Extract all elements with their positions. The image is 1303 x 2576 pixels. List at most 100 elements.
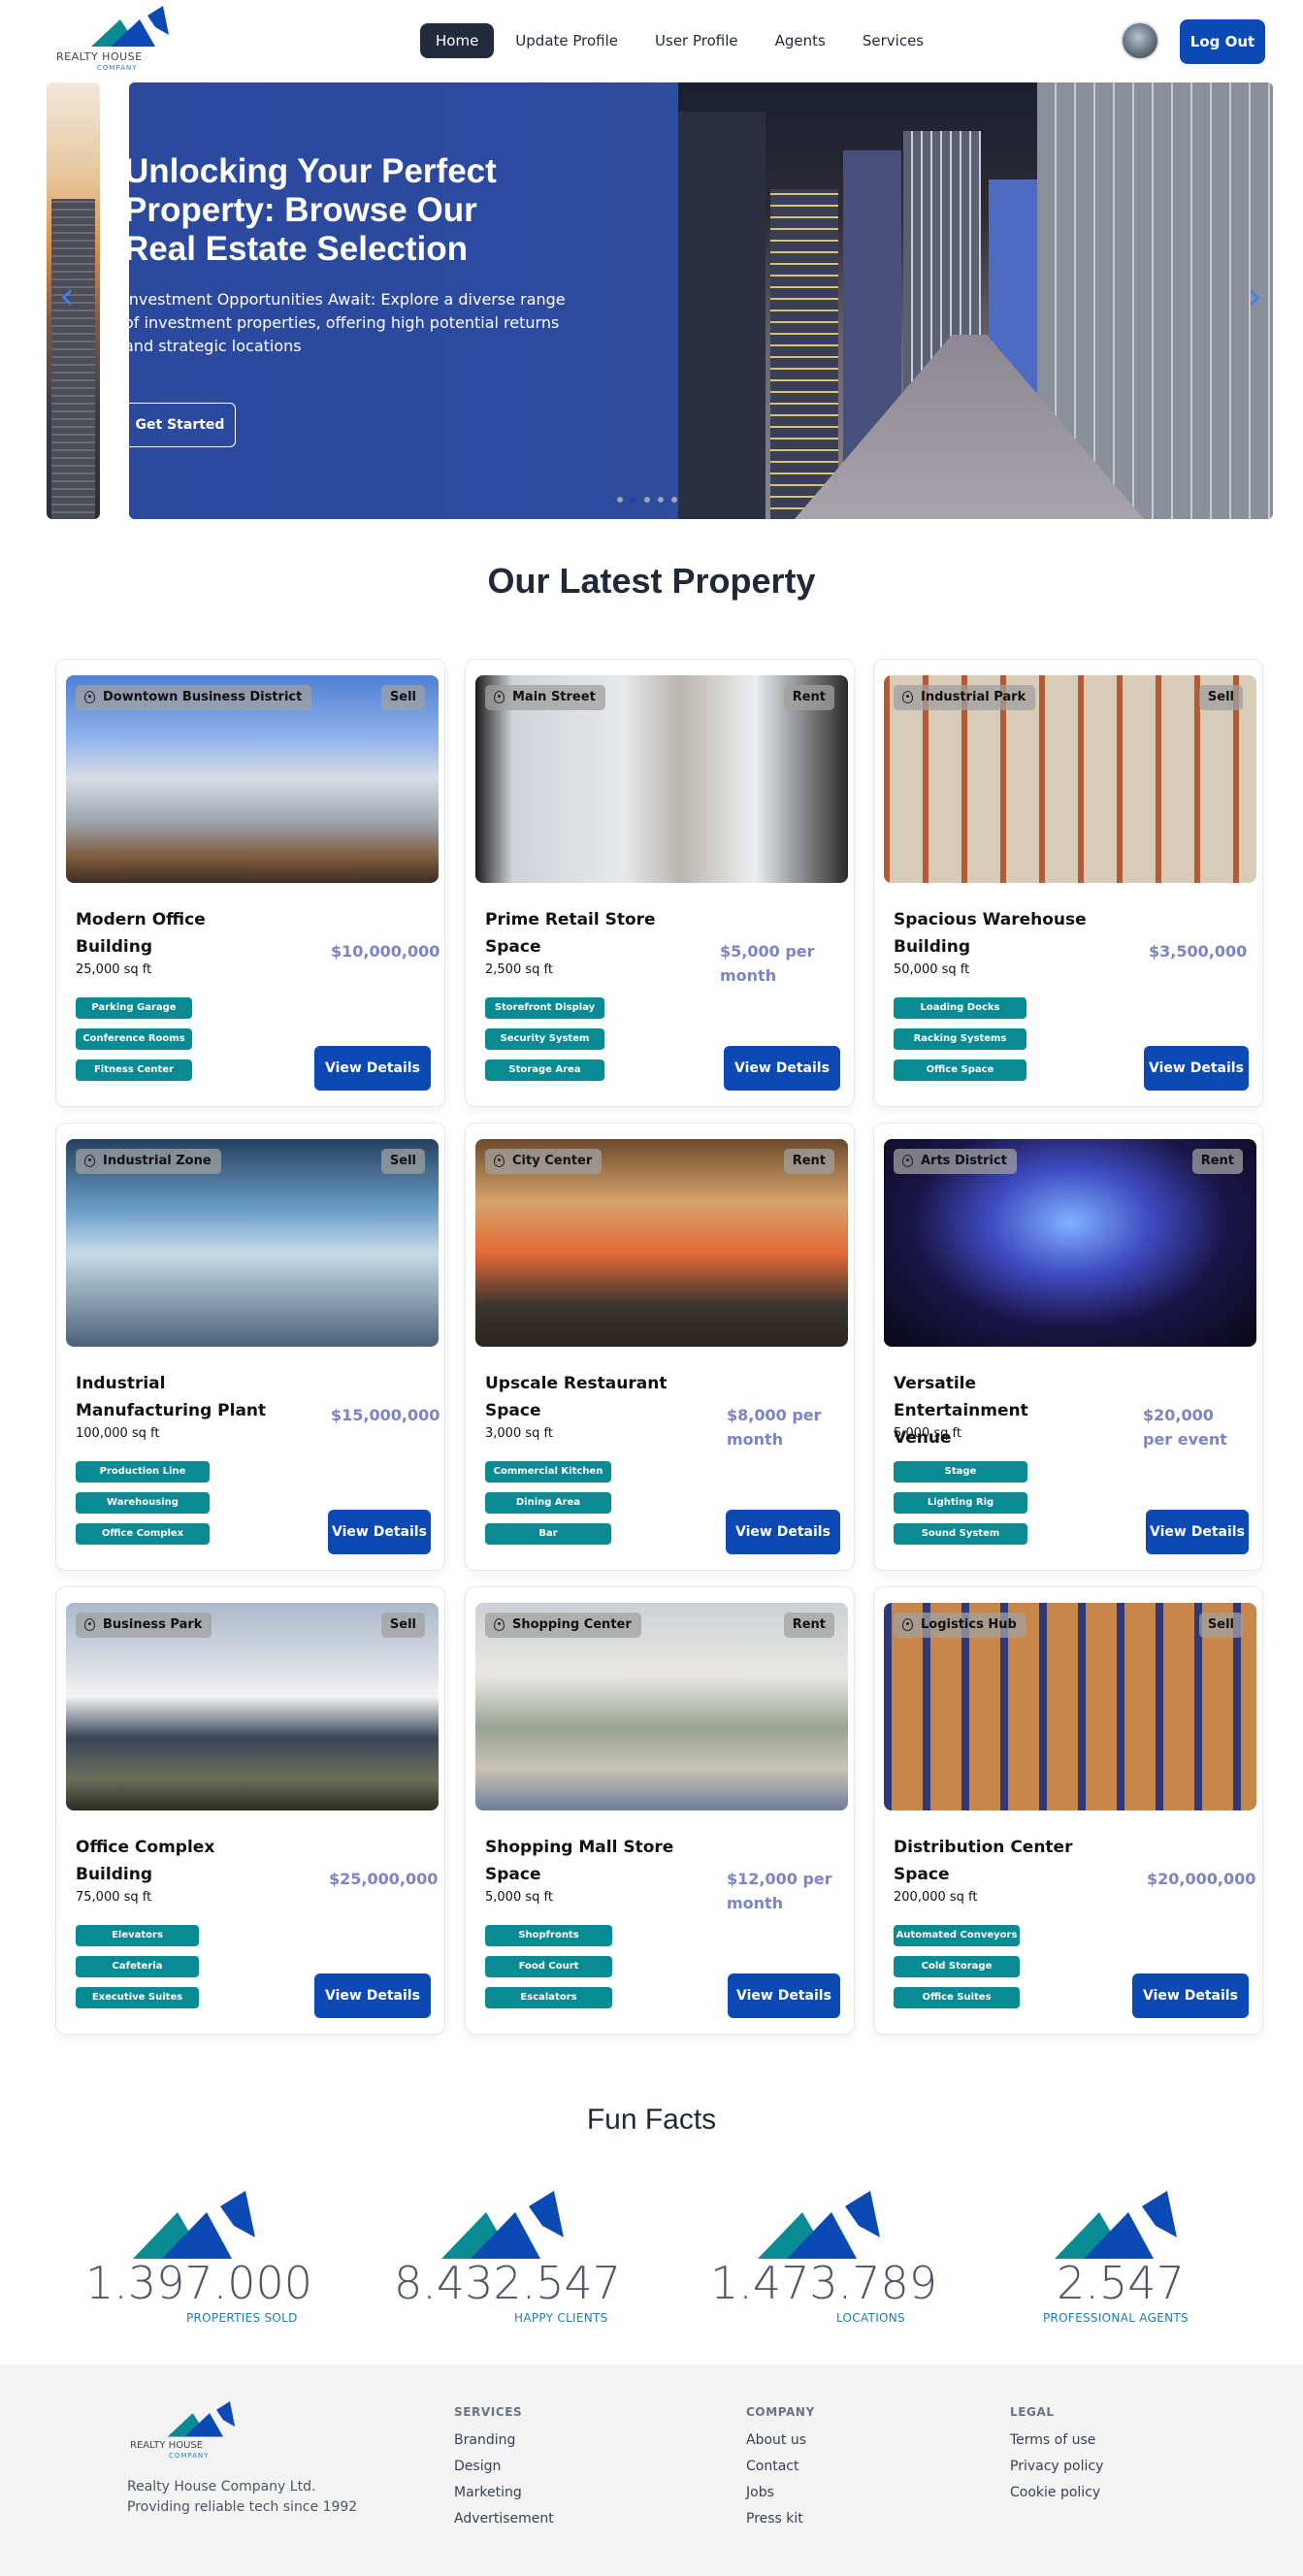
property-name[interactable]: Modern Office Building [76,906,270,961]
property-price: $20,000 per event [1143,1406,1227,1449]
feature-chip: Elevators [76,1925,199,1946]
footer-link[interactable]: Cookie policy [1010,2485,1103,2500]
property-card[interactable]: Main Street Rent Prime Retail Store Spac… [465,659,855,1107]
property-price: $15,000,000 [331,1406,440,1424]
carousel-dot[interactable] [658,497,664,503]
footer-logo[interactable]: REALTY HOUSE COMPANY [126,2401,252,2460]
property-area: 5,000 sq ft [894,1426,961,1441]
property-name[interactable]: Shopping Mall Store Space [485,1834,679,1888]
carousel-dot[interactable] [617,497,623,503]
carousel-dot[interactable] [644,497,650,503]
nav-user-profile[interactable]: User Profile [639,23,754,58]
footer-link[interactable]: Advertisement [454,2511,554,2527]
property-name[interactable]: Industrial Manufacturing Plant [76,1370,270,1424]
carousel-dot[interactable] [671,497,677,503]
footer-link[interactable]: Press kit [746,2511,815,2527]
location-label: Industrial Park [921,690,1026,704]
get-started-button[interactable]: Get Started [124,403,236,447]
view-details-button[interactable]: View Details [724,1046,840,1091]
feature-list: Loading Docks Racking Systems Office Space [894,997,1026,1091]
property-area: 25,000 sq ft [76,962,152,977]
location-badge: Industrial Zone [76,1149,221,1174]
property-name[interactable]: Spacious Warehouse Building [894,906,1088,961]
view-details-button[interactable]: View Details [1144,1046,1249,1091]
property-card[interactable]: Industrial Zone Sell Industrial Manufact… [55,1123,445,1571]
property-card[interactable]: City Center Rent Upscale Restaurant Spac… [465,1123,855,1571]
view-details-button[interactable]: View Details [1132,1973,1249,2018]
listing-type-badge: Sell [380,1149,425,1174]
feature-list: Automated Conveyors Cold Storage Office Su… [894,1925,1020,2018]
property-card[interactable]: Industrial Park Sell Spacious Warehouse … [873,659,1263,1107]
view-details-button[interactable]: View Details [726,1510,840,1554]
location-label: Downtown Business District [103,690,303,704]
feature-chip: Fitness Center [76,1060,192,1081]
house-logo-icon [133,2191,255,2259]
footer-link[interactable]: Design [454,2459,554,2474]
footer-link[interactable]: Contact [746,2459,815,2474]
property-card[interactable]: Arts District Rent Versatile Entertainme… [873,1123,1263,1571]
location-badge: Downtown Business District [76,685,312,710]
nav-update-profile[interactable]: Update Profile [500,23,634,58]
footer-link[interactable]: Branding [454,2432,554,2448]
footer-link[interactable]: About us [746,2432,815,2448]
view-details-button[interactable]: View Details [728,1973,840,2018]
property-card[interactable]: Business Park Sell Office Complex Buildi… [55,1586,445,2035]
property-name[interactable]: Distribution Center Space [894,1834,1088,1888]
fun-fact: 2.547 [999,2191,1242,2309]
listing-type-badge: Rent [1191,1149,1243,1174]
feature-list: Parking Garage Conference Rooms Fitness Ce… [76,997,192,1091]
nav-services[interactable]: Services [847,23,939,58]
nav-agents[interactable]: Agents [760,23,841,58]
fact-value: 1.473.789 [709,2257,938,2309]
view-details-button[interactable]: View Details [314,1973,431,2018]
fact-label: PROFESSIONAL AGENTS [1043,2311,1189,2325]
location-pin-icon [494,691,505,703]
view-details-button[interactable]: View Details [328,1510,431,1554]
footer-link[interactable]: Marketing [454,2485,554,2500]
listing-type-badge: Sell [1198,1613,1243,1638]
property-card[interactable]: Shopping Center Rent Shopping Mall Store… [465,1586,855,2035]
fact-label: LOCATIONS [836,2311,905,2325]
fact-label: HAPPY CLIENTS [514,2311,608,2325]
property-area: 2,500 sq ft [485,962,553,977]
feature-chip: Racking Systems [894,1028,1026,1050]
feature-chip: Cafeteria [76,1956,199,1977]
location-badge: City Center [485,1149,603,1174]
location-pin-icon [84,1155,95,1167]
property-area: 100,000 sq ft [76,1426,160,1441]
footer-link[interactable]: Privacy policy [1010,2459,1103,2474]
fact-label: PROPERTIES SOLD [186,2311,298,2325]
feature-chip: Cold Storage [894,1956,1020,1977]
footer-column: SERVICES Branding Design Marketing Advertise… [454,2405,554,2537]
view-details-button[interactable]: View Details [314,1046,431,1091]
fact-value: 1.397.000 [84,2257,313,2309]
listing-type-badge: Rent [783,685,834,710]
carousel-dot-active[interactable] [631,497,636,503]
view-details-button[interactable]: View Details [1146,1510,1249,1554]
property-name[interactable]: Prime Retail Store Space [485,906,679,961]
footer-column-title: LEGAL [1010,2405,1055,2419]
carousel-prev-icon[interactable]: ‹ [52,277,81,315]
carousel-next-icon[interactable]: › [1240,277,1269,315]
user-avatar[interactable] [1121,21,1159,60]
footer: REALTY HOUSE COMPANY Realty House Compan… [0,2364,1303,2576]
property-name[interactable]: Upscale Restaurant Space [485,1370,679,1424]
property-price: $5,000 per month [720,942,815,985]
top-navbar: REALTY HOUSE COMPANY Home Update Profile… [0,0,1303,82]
fun-fact: 8.432.547 [386,2191,629,2309]
location-badge: Business Park [76,1613,212,1638]
property-price: $12,000 per month [727,1870,832,1912]
location-label: Industrial Zone [103,1154,212,1168]
hero-text-line2: and strategic locations [124,337,302,355]
footer-link[interactable]: Terms of use [1010,2432,1103,2448]
footer-company-info: Realty House Company Ltd. Providing reli… [127,2477,357,2518]
nav-home[interactable]: Home [420,23,495,58]
property-card[interactable]: Logistics Hub Sell Distribution Center S… [873,1586,1263,2035]
location-pin-icon [902,1618,913,1631]
property-name[interactable]: Office Complex Building [76,1834,270,1888]
property-card[interactable]: Downtown Business District Sell Modern O… [55,659,445,1107]
footer-link[interactable]: Jobs [746,2485,815,2500]
logout-button[interactable]: Log Out [1180,19,1265,64]
brand-logo[interactable]: REALTY HOUSE COMPANY [54,6,176,72]
location-pin-icon [84,1618,95,1631]
